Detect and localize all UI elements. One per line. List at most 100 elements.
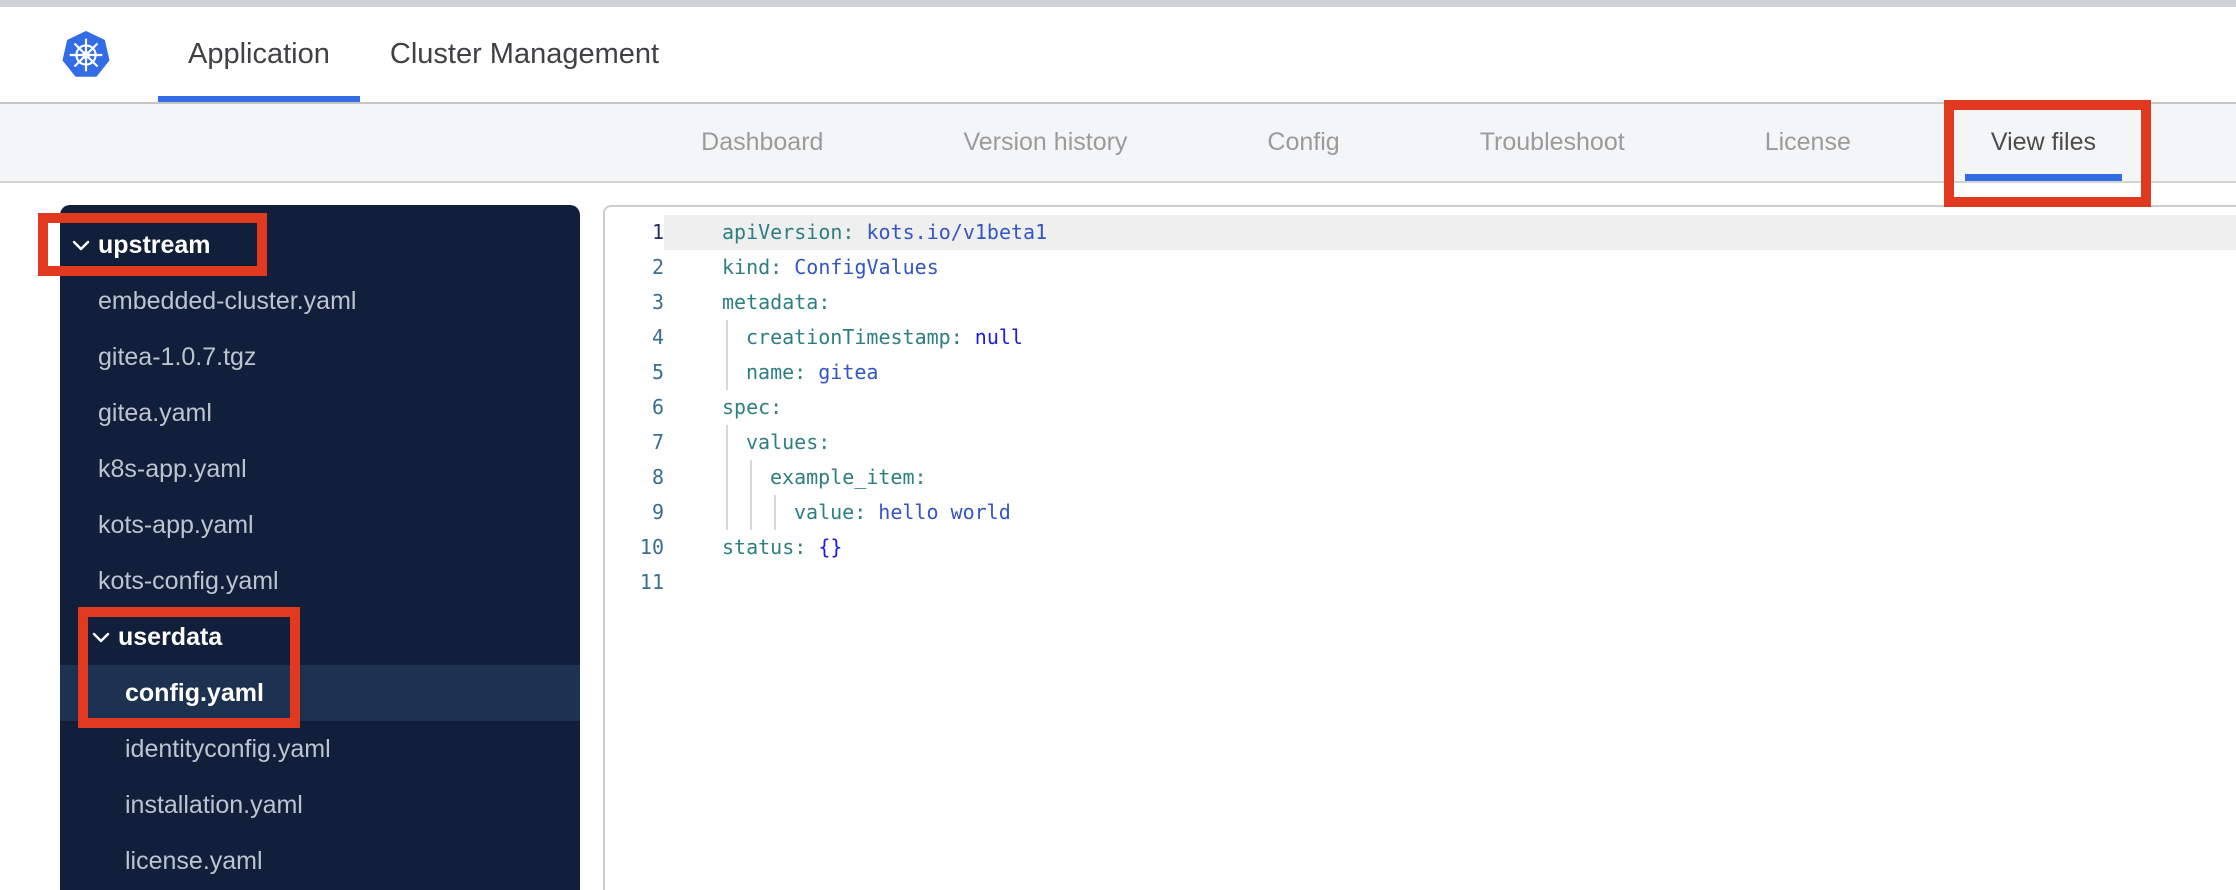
yaml-token-key: creationTimestamp: bbox=[746, 325, 963, 349]
file-viewer-editor[interactable]: 1 apiVersion: kots.io/v1beta1 2 kind: Confi… bbox=[603, 205, 2236, 890]
yaml-token-key: kind: bbox=[722, 255, 783, 279]
yaml-token-key: status: bbox=[722, 535, 807, 559]
code-line-content: values: bbox=[664, 425, 2236, 460]
chevron-down-icon[interactable] bbox=[92, 631, 110, 644]
kubernetes-logo-icon bbox=[62, 30, 110, 77]
indent-guide bbox=[726, 460, 728, 495]
kots-admin-console: Application Cluster Management Dashboard V… bbox=[0, 0, 2236, 890]
tree-item-label: gitea-1.0.7.tgz bbox=[98, 342, 257, 371]
code-line-content: creationTimestamp: null bbox=[664, 320, 2236, 355]
line-number: 8 bbox=[651, 465, 664, 489]
tree-file-license-yaml[interactable]: license.yaml bbox=[60, 833, 580, 889]
indent-guide bbox=[726, 320, 728, 355]
code-line-content: status: {} bbox=[664, 530, 2236, 565]
yaml-token-key: name: bbox=[746, 360, 807, 384]
yaml-token-atom: {} bbox=[806, 535, 843, 559]
yaml-token-key: value: bbox=[794, 500, 867, 524]
tree-item-label: config.yaml bbox=[125, 678, 264, 707]
code-line-10: 10 status: {} bbox=[605, 530, 2236, 565]
code-line-2: 2 kind: ConfigValues bbox=[605, 250, 2236, 285]
line-number: 6 bbox=[651, 395, 664, 419]
tree-item-label: upstream bbox=[98, 230, 211, 259]
tree-item-label: embedded-cluster.yaml bbox=[98, 286, 357, 315]
file-tree-sidebar[interactable]: upstream embedded-cluster.yaml gitea-1.0.7… bbox=[60, 205, 580, 890]
tree-file-embedded-cluster-yaml[interactable]: embedded-cluster.yaml bbox=[60, 273, 580, 329]
nav-tab-view-files[interactable]: View files bbox=[1965, 104, 2122, 181]
tree-file-installation-yaml[interactable]: installation.yaml bbox=[60, 777, 580, 833]
yaml-token-key: example_item: bbox=[770, 465, 927, 489]
window-top-strip bbox=[0, 0, 2236, 7]
code-line-11: 11 bbox=[605, 565, 2236, 600]
yaml-token-key: metadata: bbox=[722, 290, 831, 314]
code-line-content bbox=[664, 565, 2236, 600]
code-line-7: 7 values: bbox=[605, 425, 2236, 460]
tree-file-identityconfig-yaml[interactable]: identityconfig.yaml bbox=[60, 721, 580, 777]
header-tabs: Application Cluster Management bbox=[158, 7, 689, 102]
tree-file-config-yaml[interactable]: config.yaml bbox=[60, 665, 580, 721]
code-line-8: 8 example_item: bbox=[605, 460, 2236, 495]
yaml-token-val: hello world bbox=[866, 500, 1011, 524]
code-line-content: kind: ConfigValues bbox=[664, 250, 2236, 285]
nav-tab-config[interactable]: Config bbox=[1241, 104, 1365, 181]
line-number: 9 bbox=[651, 500, 664, 524]
tree-item-label: installation.yaml bbox=[125, 790, 303, 819]
tree-item-label: userdata bbox=[118, 622, 223, 651]
tree-item-label: kots-config.yaml bbox=[98, 566, 279, 595]
yaml-token-val: kots.io/v1beta1 bbox=[854, 220, 1048, 244]
indent-guide bbox=[726, 495, 728, 530]
code-line-4: 4 creationTimestamp: null bbox=[605, 320, 2236, 355]
line-number: 11 bbox=[639, 570, 664, 594]
line-number: 5 bbox=[651, 360, 664, 384]
tree-item-label: license.yaml bbox=[125, 846, 263, 875]
yaml-token-val: ConfigValues bbox=[782, 255, 939, 279]
nav-tab-license[interactable]: License bbox=[1739, 104, 1877, 181]
tree-item-label: k8s-app.yaml bbox=[98, 454, 247, 483]
code-line-3: 3 metadata: bbox=[605, 285, 2236, 320]
tree-file-k8s-app-yaml[interactable]: k8s-app.yaml bbox=[60, 441, 580, 497]
code-line-content: value: hello world bbox=[664, 495, 2236, 530]
yaml-token-val: gitea bbox=[806, 360, 879, 384]
line-number: 1 bbox=[651, 220, 664, 244]
header-tab-application[interactable]: Application bbox=[158, 7, 360, 102]
code-line-content: name: gitea bbox=[664, 355, 2236, 390]
code-line-content: example_item: bbox=[664, 460, 2236, 495]
nav-tab-dashboard[interactable]: Dashboard bbox=[675, 104, 849, 181]
code-line-content: spec: bbox=[664, 390, 2236, 425]
tree-item-label: gitea.yaml bbox=[98, 398, 212, 427]
chevron-down-icon[interactable] bbox=[72, 239, 90, 252]
tree-folder-userdata[interactable]: userdata bbox=[60, 609, 580, 665]
tree-file-kots-app-yaml[interactable]: kots-app.yaml bbox=[60, 497, 580, 553]
tree-item-label: kots-app.yaml bbox=[98, 510, 254, 539]
tree-file-gitea-yaml[interactable]: gitea.yaml bbox=[60, 385, 580, 441]
code-line-9: 9 value: hello world bbox=[605, 495, 2236, 530]
code-line-content: metadata: bbox=[664, 285, 2236, 320]
code-line-5: 5 name: gitea bbox=[605, 355, 2236, 390]
indent-guide bbox=[726, 355, 728, 390]
tree-folder-upstream[interactable]: upstream bbox=[60, 217, 580, 273]
indent-guide bbox=[750, 460, 752, 495]
yaml-token-key: values: bbox=[746, 430, 831, 454]
logo-wrap bbox=[62, 7, 110, 102]
line-number: 4 bbox=[651, 325, 664, 349]
nav-tab-version-history[interactable]: Version history bbox=[937, 104, 1153, 181]
header-tab-cluster-management[interactable]: Cluster Management bbox=[360, 7, 689, 102]
code-line-content: apiVersion: kots.io/v1beta1 bbox=[664, 215, 2236, 250]
code-line-6: 6 spec: bbox=[605, 390, 2236, 425]
tree-file-gitea-1-0-7-tgz[interactable]: gitea-1.0.7.tgz bbox=[60, 329, 580, 385]
indent-guide bbox=[726, 425, 728, 460]
indent-guide bbox=[774, 495, 776, 530]
line-number: 3 bbox=[651, 290, 664, 314]
line-number: 7 bbox=[651, 430, 664, 454]
tree-item-label: identityconfig.yaml bbox=[125, 734, 331, 763]
tree-file-kots-config-yaml[interactable]: kots-config.yaml bbox=[60, 553, 580, 609]
app-header: Application Cluster Management bbox=[0, 7, 2236, 104]
yaml-token-key: spec: bbox=[722, 395, 783, 419]
indent-guide bbox=[750, 495, 752, 530]
yaml-token-atom: null bbox=[962, 325, 1023, 349]
line-number: 10 bbox=[639, 535, 664, 559]
code-line-1: 1 apiVersion: kots.io/v1beta1 bbox=[605, 215, 2236, 250]
line-number: 2 bbox=[651, 255, 664, 279]
yaml-token-key: apiVersion: bbox=[722, 220, 855, 244]
secondary-nav: Dashboard Version history Config Troublesho… bbox=[0, 104, 2236, 183]
nav-tab-troubleshoot[interactable]: Troubleshoot bbox=[1454, 104, 1651, 181]
